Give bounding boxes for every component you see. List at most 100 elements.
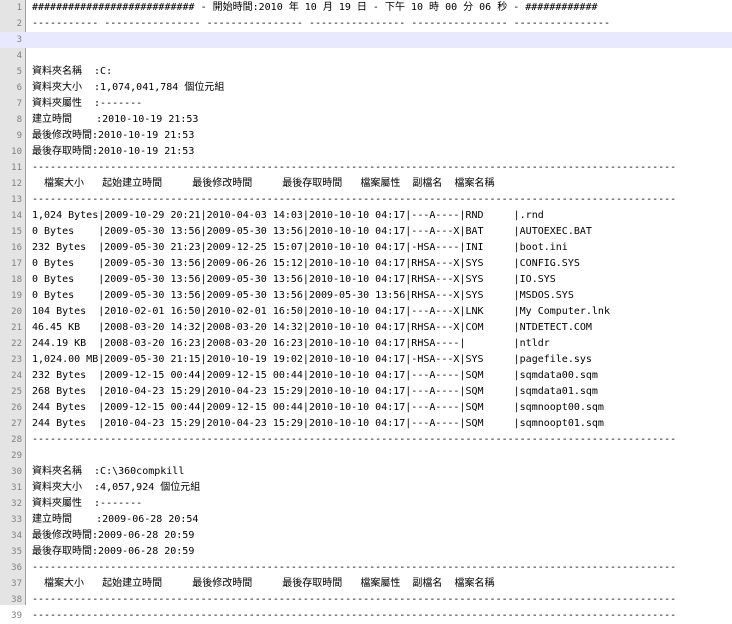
text-line[interactable]: 24 232 Bytes |2009-12-15 00:44|2009-12-15…	[0, 368, 732, 384]
line-text: 最後修改時間:2009-06-28 20:59	[32, 530, 195, 541]
line-text: 資料夾大小 :1,074,041,784 個位元組	[32, 82, 225, 93]
line-text: ----------------------------------------…	[32, 562, 677, 573]
line-number: 9	[16, 131, 22, 141]
line-text: 資料夾名稱 :C:	[32, 66, 113, 77]
line-text: 最後存取時間:2010-10-19 21:53	[32, 146, 195, 157]
line-number: 13	[11, 195, 22, 205]
text-line[interactable]: 15 0 Bytes |2009-05-30 13:56|2009-05-30 1…	[0, 224, 732, 240]
line-number: 20	[11, 307, 22, 317]
text-line[interactable]: 39 --------------------------------------…	[0, 608, 732, 624]
line-number: 23	[11, 355, 22, 365]
text-line[interactable]: 36 --------------------------------------…	[0, 560, 732, 576]
line-number: 15	[11, 227, 22, 237]
line-text: ----------------------------------------…	[32, 594, 677, 605]
text-line[interactable]: 30 資料夾名稱 :C:\360compkill	[0, 464, 732, 480]
line-number: 32	[11, 499, 22, 509]
line-number: 14	[11, 211, 22, 221]
line-number: 38	[11, 595, 22, 605]
line-number: 18	[11, 275, 22, 285]
text-editor[interactable]: 1 ########################### - 開始時間:2010…	[0, 0, 732, 621]
line-text: ----------------------------------------…	[32, 434, 677, 445]
line-text: 檔案大小 起始建立時間 最後修改時間 最後存取時間 檔案屬性 副檔名 檔案名稱	[32, 178, 495, 189]
text-line[interactable]: 5 資料夾名稱 :C:	[0, 64, 732, 80]
text-line[interactable]: 22 244.19 KB |2008-03-20 16:23|2008-03-20…	[0, 336, 732, 352]
text-line[interactable]: 17 0 Bytes |2009-05-30 13:56|2009-06-26 1…	[0, 256, 732, 272]
line-text: 資料夾大小 :4,057,924 個位元組	[32, 482, 201, 493]
line-number: 7	[16, 99, 22, 109]
line-text: ----------------------------------------…	[32, 610, 677, 621]
line-text: 資料夾名稱 :C:\360compkill	[32, 466, 185, 477]
text-line[interactable]: 31 資料夾大小 :4,057,924 個位元組	[0, 480, 732, 496]
text-line[interactable]: 34 最後修改時間:2009-06-28 20:59	[0, 528, 732, 544]
line-text: 268 Bytes |2010-04-23 15:29|2010-04-23 1…	[32, 386, 598, 397]
line-number: 35	[11, 547, 22, 557]
text-line[interactable]: 38 --------------------------------------…	[0, 592, 732, 608]
text-line[interactable]: 2 ----------- ---------------- ----------…	[0, 16, 732, 32]
line-text: 建立時間 :2010-10-19 21:53	[32, 114, 199, 125]
line-number: 19	[11, 291, 22, 301]
line-text: 232 Bytes |2009-12-15 00:44|2009-12-15 0…	[32, 370, 598, 381]
line-number: 28	[11, 435, 22, 445]
text-line[interactable]: 12 檔案大小 起始建立時間 最後修改時間 最後存取時間 檔案屬性 副檔名 檔案…	[0, 176, 732, 192]
text-line[interactable]: 3	[0, 32, 732, 48]
line-text: 1,024.00 MB|2009-05-30 21:15|2010-10-19 …	[32, 354, 592, 365]
text-line[interactable]: 32 資料夾屬性 :-------	[0, 496, 732, 512]
text-line[interactable]: 20 104 Bytes |2010-02-01 16:50|2010-02-01…	[0, 304, 732, 320]
line-number: 1	[16, 3, 22, 13]
line-text: ########################### - 開始時間:2010 …	[32, 2, 598, 13]
text-line[interactable]: 7 資料夾屬性 :-------	[0, 96, 732, 112]
line-number: 12	[11, 179, 22, 189]
text-line[interactable]: 10 最後存取時間:2010-10-19 21:53	[0, 144, 732, 160]
line-number: 6	[16, 83, 22, 93]
text-line[interactable]: 14 1,024 Bytes|2009-10-29 20:21|2010-04-0…	[0, 208, 732, 224]
text-line[interactable]: 35 最後存取時間:2009-06-28 20:59	[0, 544, 732, 560]
text-line[interactable]: 28 --------------------------------------…	[0, 432, 732, 448]
line-text: 1,024 Bytes|2009-10-29 20:21|2010-04-03 …	[32, 210, 544, 221]
line-text: 244 Bytes |2010-04-23 15:29|2010-04-23 1…	[32, 418, 604, 429]
line-number: 25	[11, 387, 22, 397]
text-line[interactable]: 11 --------------------------------------…	[0, 160, 732, 176]
line-text: 0 Bytes |2009-05-30 13:56|2009-06-26 15:…	[32, 258, 580, 269]
text-line[interactable]: 27 244 Bytes |2010-04-23 15:29|2010-04-23…	[0, 416, 732, 432]
text-line[interactable]: 29	[0, 448, 732, 464]
line-number: 2	[16, 19, 22, 29]
line-text: 232 Bytes |2009-05-30 21:23|2009-12-25 1…	[32, 242, 568, 253]
line-number: 24	[11, 371, 22, 381]
line-number: 21	[11, 323, 22, 333]
text-line[interactable]: 16 232 Bytes |2009-05-30 21:23|2009-12-25…	[0, 240, 732, 256]
line-number: 8	[16, 115, 22, 125]
text-line[interactable]: 9 最後修改時間:2010-10-19 21:53	[0, 128, 732, 144]
text-line[interactable]: 19 0 Bytes |2009-05-30 13:56|2009-05-30 1…	[0, 288, 732, 304]
text-line[interactable]: 18 0 Bytes |2009-05-30 13:56|2009-05-30 1…	[0, 272, 732, 288]
line-number: 17	[11, 259, 22, 269]
line-number: 29	[11, 451, 22, 461]
text-line[interactable]: 4	[0, 48, 732, 64]
text-line[interactable]: 1 ########################### - 開始時間:2010…	[0, 0, 732, 16]
line-number: 5	[16, 67, 22, 77]
line-text: 最後修改時間:2010-10-19 21:53	[32, 130, 195, 141]
line-text: 檔案大小 起始建立時間 最後修改時間 最後存取時間 檔案屬性 副檔名 檔案名稱	[32, 578, 495, 589]
text-line[interactable]: 23 1,024.00 MB|2009-05-30 21:15|2010-10-1…	[0, 352, 732, 368]
text-line[interactable]: 8 建立時間 :2010-10-19 21:53	[0, 112, 732, 128]
line-number: 34	[11, 531, 22, 541]
text-line[interactable]: 37 檔案大小 起始建立時間 最後修改時間 最後存取時間 檔案屬性 副檔名 檔案…	[0, 576, 732, 592]
text-line[interactable]: 33 建立時間 :2009-06-28 20:54	[0, 512, 732, 528]
text-line[interactable]: 6 資料夾大小 :1,074,041,784 個位元組	[0, 80, 732, 96]
text-line[interactable]: 21 46.45 KB |2008-03-20 14:32|2008-03-20 …	[0, 320, 732, 336]
line-text: ----------- ---------------- -----------…	[32, 18, 610, 29]
line-text: 104 Bytes |2010-02-01 16:50|2010-02-01 1…	[32, 306, 610, 317]
line-text: 46.45 KB |2008-03-20 14:32|2008-03-20 14…	[32, 322, 592, 333]
line-number: 39	[11, 611, 22, 621]
line-text: 最後存取時間:2009-06-28 20:59	[32, 546, 195, 557]
line-number: 27	[11, 419, 22, 429]
line-text: 244 Bytes |2009-12-15 00:44|2009-12-15 0…	[32, 402, 604, 413]
line-text: 244.19 KB |2008-03-20 16:23|2008-03-20 1…	[32, 338, 550, 349]
text-line[interactable]: 26 244 Bytes |2009-12-15 00:44|2009-12-15…	[0, 400, 732, 416]
line-text: 0 Bytes |2009-05-30 13:56|2009-05-30 13:…	[32, 274, 556, 285]
line-number: 16	[11, 243, 22, 253]
line-number: 30	[11, 467, 22, 477]
line-number: 22	[11, 339, 22, 349]
line-text: ----------------------------------------…	[32, 162, 677, 173]
text-line[interactable]: 13 --------------------------------------…	[0, 192, 732, 208]
text-line[interactable]: 25 268 Bytes |2010-04-23 15:29|2010-04-23…	[0, 384, 732, 400]
